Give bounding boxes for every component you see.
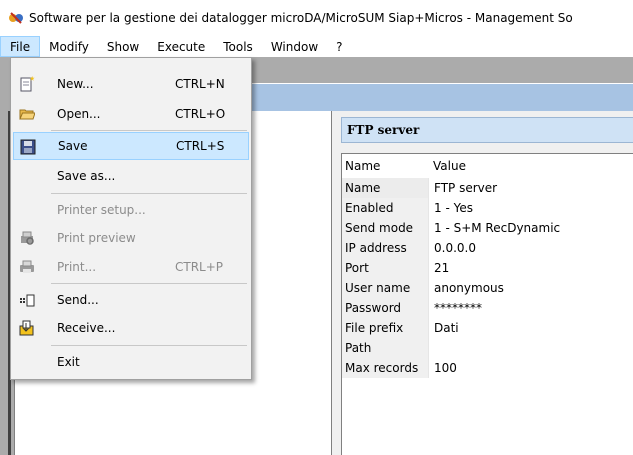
menu-item-receive[interactable]: Receive...: [13, 314, 249, 342]
row-name: Port: [342, 258, 428, 278]
menu-tools-label: Tools: [223, 39, 253, 54]
menu-item-label: Exit: [57, 355, 80, 369]
column-header-value[interactable]: Value: [428, 154, 466, 178]
row-value[interactable]: FTP server: [428, 178, 497, 198]
menu-item-label: Print preview: [57, 231, 136, 245]
menu-item-label: Save as...: [57, 169, 116, 183]
row-name: File prefix: [342, 318, 428, 338]
title-bar: Software per la gestione dei datalogger …: [0, 0, 633, 36]
row-value[interactable]: Dati: [428, 318, 459, 338]
menu-help-label: ?: [336, 39, 343, 54]
menu-separator: [51, 130, 247, 131]
menu-item-printer-setup: Printer setup...: [13, 196, 249, 224]
panel-header: FTP server: [341, 117, 633, 143]
menu-item-label: Send...: [57, 293, 99, 307]
menu-item-open[interactable]: Open... CTRL+O: [13, 100, 249, 128]
window-title: Software per la gestione dei datalogger …: [29, 11, 573, 25]
menu-execute[interactable]: Execute: [148, 36, 214, 57]
app-icon: [8, 10, 24, 26]
menu-item-print-preview: Print preview: [13, 224, 249, 252]
table-row[interactable]: Password ********: [342, 298, 633, 318]
menu-item-label: Printer setup...: [57, 203, 146, 217]
menu-modify[interactable]: Modify: [40, 36, 98, 57]
new-file-icon: [19, 76, 35, 92]
menu-show-label: Show: [106, 39, 140, 54]
menu-item-exit[interactable]: Exit: [13, 348, 249, 376]
table-header: Name Value: [342, 154, 633, 178]
menu-item-label: Print...: [57, 260, 97, 274]
floppy-disk-icon: [20, 139, 36, 155]
row-value[interactable]: 1 - S+M RecDynamic: [428, 218, 560, 238]
print-preview-icon: [19, 230, 35, 246]
send-icon: [19, 292, 35, 308]
table-row[interactable]: Max records 100: [342, 358, 633, 378]
table-row[interactable]: Port 21: [342, 258, 633, 278]
row-value[interactable]: 1 - Yes: [428, 198, 473, 218]
properties-table: Name Value Name FTP server Enabled 1 - Yes…: [341, 153, 633, 455]
menu-item-print: Print... CTRL+P: [13, 253, 249, 281]
menu-file[interactable]: File: [0, 36, 41, 57]
menu-tools[interactable]: Tools: [214, 36, 262, 57]
menu-item-shortcut: CTRL+S: [176, 139, 225, 153]
menu-modify-label: Modify: [49, 39, 89, 54]
menu-separator: [51, 193, 247, 194]
table-row[interactable]: User name anonymous: [342, 278, 633, 298]
row-name: Path: [342, 338, 428, 358]
table-row[interactable]: Send mode 1 - S+M RecDynamic: [342, 218, 633, 238]
row-name: IP address: [342, 238, 428, 258]
menu-file-label: File: [10, 39, 31, 54]
menu-item-label: Receive...: [57, 321, 116, 335]
row-value[interactable]: anonymous: [428, 278, 504, 298]
menu-item-shortcut: CTRL+P: [175, 260, 224, 274]
row-value[interactable]: ********: [428, 298, 482, 318]
row-value[interactable]: 100: [428, 358, 457, 378]
row-name: User name: [342, 278, 428, 298]
menu-item-save-as[interactable]: Save as...: [13, 162, 249, 190]
file-menu-dropdown: New... CTRL+N Open... CTRL+O Save CTRL+S…: [10, 57, 252, 380]
menu-bar: File Modify Show Execute Tools Window ?: [0, 36, 633, 57]
menu-item-send[interactable]: Send...: [13, 286, 249, 314]
row-name: Max records: [342, 358, 428, 378]
row-value[interactable]: 0.0.0.0: [428, 238, 476, 258]
menu-separator: [51, 345, 247, 346]
table-row[interactable]: File prefix Dati: [342, 318, 633, 338]
row-name: Password: [342, 298, 428, 318]
menu-help[interactable]: ?: [327, 36, 351, 57]
row-name: Name: [342, 178, 428, 198]
menu-item-save[interactable]: Save CTRL+S: [13, 132, 249, 160]
row-value[interactable]: [428, 338, 434, 358]
row-name: Enabled: [342, 198, 428, 218]
menu-item-new[interactable]: New... CTRL+N: [13, 70, 249, 98]
menu-item-label: Save: [58, 139, 88, 153]
receive-icon: [19, 320, 35, 336]
table-row[interactable]: Enabled 1 - Yes: [342, 198, 633, 218]
menu-show[interactable]: Show: [98, 36, 148, 57]
row-value[interactable]: 21: [428, 258, 449, 278]
menu-execute-label: Execute: [157, 39, 206, 54]
row-name: Send mode: [342, 218, 428, 238]
menu-separator: [51, 283, 247, 284]
menu-window-label: Window: [270, 39, 319, 54]
menu-item-label: New...: [57, 77, 94, 91]
table-row[interactable]: IP address 0.0.0.0: [342, 238, 633, 258]
printer-icon: [19, 259, 35, 275]
menu-item-label: Open...: [57, 107, 101, 121]
menu-item-shortcut: CTRL+O: [175, 107, 226, 121]
folder-open-icon: [19, 106, 36, 122]
table-row[interactable]: Name FTP server: [342, 178, 633, 198]
column-header-name[interactable]: Name: [342, 159, 428, 173]
menu-window[interactable]: Window: [262, 36, 327, 57]
menu-item-shortcut: CTRL+N: [175, 77, 225, 91]
table-row[interactable]: Path: [342, 338, 633, 358]
